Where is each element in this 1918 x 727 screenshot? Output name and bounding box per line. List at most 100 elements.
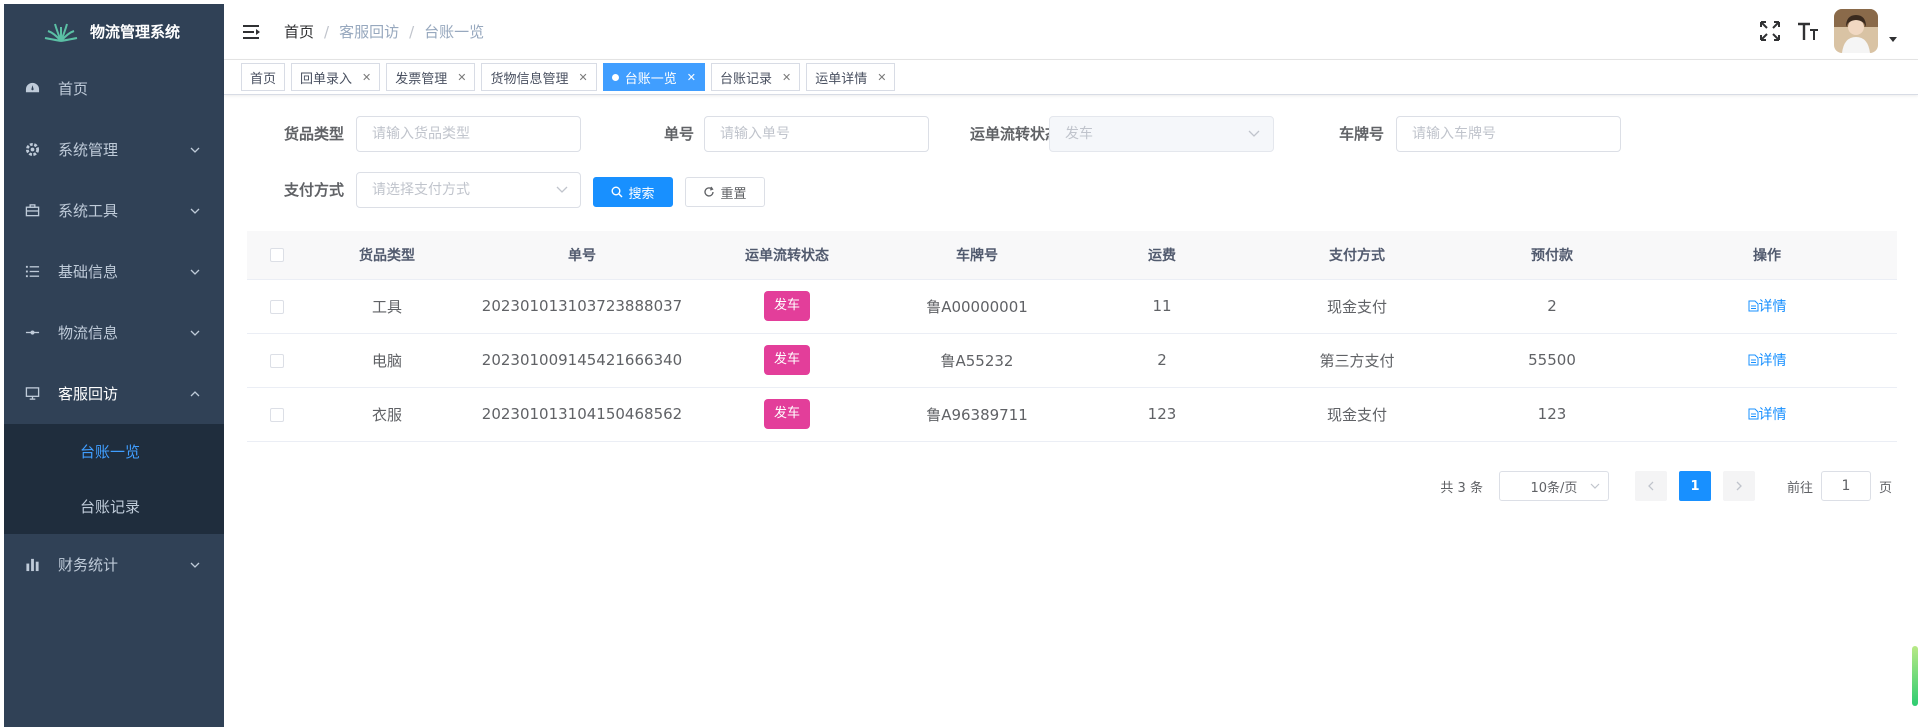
toolbox-icon xyxy=(24,203,40,219)
col-prepay: 预付款 xyxy=(1467,231,1637,280)
caret-down-icon[interactable] xyxy=(1888,36,1898,44)
reset-button[interactable]: 重置 xyxy=(685,177,765,207)
status-select[interactable] xyxy=(1049,116,1274,152)
page-jumper: 前往 页 xyxy=(1787,471,1892,501)
goto-suffix: 页 xyxy=(1878,480,1892,496)
payment-select[interactable] xyxy=(356,172,581,208)
tag-ledger-records[interactable]: 台账记录 ✕ xyxy=(710,63,801,91)
page-button-1[interactable]: 1 xyxy=(1678,471,1711,501)
goods-type-label: 货品类型 xyxy=(283,125,344,143)
plate-input[interactable] xyxy=(1396,116,1621,152)
tags-view: 首页 回单录入 ✕ 发票管理 ✕ 货物信息管理 ✕ 台账一览 ✕ 台账记录 ✕ 运单详情 ✕ xyxy=(224,60,1918,95)
logo-icon xyxy=(44,23,78,42)
tag-ledger-overview[interactable]: 台账一览 ✕ xyxy=(602,63,705,91)
tag-goods-info-management[interactable]: 货物信息管理 ✕ xyxy=(481,63,597,91)
tag-label: 运单详情 xyxy=(815,71,868,87)
chevron-down-icon xyxy=(190,269,200,275)
row-checkbox[interactable] xyxy=(270,353,284,368)
tag-invoice-management[interactable]: 发票管理 ✕ xyxy=(386,63,476,91)
page-size-select[interactable]: 10条/页 xyxy=(1498,471,1609,501)
fullscreen-icon[interactable] xyxy=(1758,19,1782,43)
cell-order-no: 20230100914542166634​0 xyxy=(467,333,697,388)
table-row: 电脑 20230100914542166634​0 发车 鲁A55232 2 第… xyxy=(247,333,1897,388)
order-no-input[interactable] xyxy=(704,116,929,152)
tag-waybill-detail[interactable]: 运单详情 ✕ xyxy=(806,63,896,91)
cell-order-no: 20230101310372388803​7 xyxy=(467,279,697,334)
gear-icon xyxy=(24,142,40,158)
detail-link[interactable]: 详情 xyxy=(1748,296,1787,316)
tag-receipt-entry[interactable]: 回单录入 ✕ xyxy=(291,63,381,91)
cell-plate: 鲁A00000001 xyxy=(877,279,1077,334)
sidebar-item-finance-stats[interactable]: 财务统计 xyxy=(4,534,224,595)
prev-page-button[interactable] xyxy=(1634,471,1667,501)
search-button[interactable]: 搜索 xyxy=(593,177,673,207)
breadcrumb: 首页 / 客服回访 / 台账一览 xyxy=(284,21,485,42)
brand: 物流管理系统 xyxy=(4,4,224,58)
close-icon[interactable]: ✕ xyxy=(457,71,466,84)
row-checkbox[interactable] xyxy=(270,299,284,314)
pagination: 共 3 条 10条/页 1 前往 页 xyxy=(1440,471,1892,501)
avatar[interactable] xyxy=(1834,9,1878,53)
row-checkbox[interactable] xyxy=(270,407,284,422)
goods-type-input[interactable] xyxy=(356,116,581,152)
submenu-item-ledger-records[interactable]: 台账记录 xyxy=(4,479,224,534)
sidebar-item-label: 物流信息 xyxy=(58,324,119,342)
close-icon[interactable]: ✕ xyxy=(687,71,696,84)
plate-label: 车牌号 xyxy=(1338,125,1384,143)
col-actions: 操作 xyxy=(1637,231,1897,280)
table-row: 衣服 20230101310415046856​2 发车 鲁A96389711 … xyxy=(247,387,1897,442)
sidebar-item-label: 首页 xyxy=(58,80,89,98)
sidebar-item-label: 系统管理 xyxy=(58,141,119,159)
close-icon[interactable]: ✕ xyxy=(579,71,588,84)
cell-goods: 电脑 xyxy=(307,333,467,388)
submenu-item-label: 台账一览 xyxy=(80,443,141,461)
cell-prepay: 55500 xyxy=(1467,333,1637,388)
sidebar-item-label: 客服回访 xyxy=(58,385,119,403)
sidebar-item-basic-info[interactable]: 基础信息 xyxy=(4,241,224,302)
status-label: 运单流转状态 xyxy=(969,125,1060,143)
hamburger-icon[interactable] xyxy=(242,22,262,42)
sidebar-item-label: 基础信息 xyxy=(58,263,119,281)
payment-label: 支付方式 xyxy=(283,181,344,199)
font-size-icon[interactable] xyxy=(1796,19,1820,43)
bar-chart-icon xyxy=(24,557,40,573)
search-icon xyxy=(611,186,623,198)
cell-fee: 11 xyxy=(1077,279,1247,334)
chevron-down-icon xyxy=(190,208,200,214)
sidebar-item-home[interactable]: 首页 xyxy=(4,58,224,119)
detail-link-label: 详情 xyxy=(1758,353,1787,369)
detail-link[interactable]: 详情 xyxy=(1748,404,1787,424)
sidebar-item-system-tools[interactable]: 系统工具 xyxy=(4,180,224,241)
scroll-indicator[interactable] xyxy=(1912,646,1918,706)
cell-fee: 2 xyxy=(1077,333,1247,388)
col-payment: 支付方式 xyxy=(1247,231,1467,280)
breadcrumb-home[interactable]: 首页 xyxy=(284,21,314,42)
close-icon[interactable]: ✕ xyxy=(782,71,791,84)
navbar-right xyxy=(1744,9,1898,53)
submenu-item-ledger-overview[interactable]: 台账一览 xyxy=(4,424,224,479)
refresh-icon xyxy=(704,186,715,197)
detail-link[interactable]: 详情 xyxy=(1748,350,1787,370)
reset-button-label: 重置 xyxy=(720,186,747,202)
sidebar-item-system-management[interactable]: 系统管理 xyxy=(4,119,224,180)
sidebar-item-customer-service[interactable]: 客服回访 xyxy=(4,363,224,424)
chevron-down-icon xyxy=(190,330,200,336)
tag-home[interactable]: 首页 xyxy=(241,63,286,91)
tag-label: 回单录入 xyxy=(300,71,353,87)
tag-label: 发票管理 xyxy=(395,71,448,87)
submenu-customer-service: 台账一览 台账记录 xyxy=(4,424,224,534)
col-goods-type: 货品类型 xyxy=(307,231,467,280)
next-page-button[interactable] xyxy=(1722,471,1755,501)
ledger-table: 货品类型 单号 运单流转状态 车牌号 运费 支付方式 预付款 操作 工具 202… xyxy=(247,231,1897,442)
sidebar-item-logistics-info[interactable]: 物流信息 xyxy=(4,302,224,363)
cell-goods: 工具 xyxy=(307,279,467,334)
sidebar-item-label: 财务统计 xyxy=(58,556,119,574)
close-icon[interactable]: ✕ xyxy=(362,71,371,84)
cell-fee: 123 xyxy=(1077,387,1247,442)
select-all-checkbox[interactable] xyxy=(270,247,284,262)
list-icon xyxy=(24,264,40,280)
close-icon[interactable]: ✕ xyxy=(877,71,886,84)
table-header-row: 货品类型 单号 运单流转状态 车牌号 运费 支付方式 预付款 操作 xyxy=(247,231,1897,280)
goto-page-input[interactable] xyxy=(1820,471,1871,501)
breadcrumb-customer-service: 客服回访 xyxy=(339,23,400,41)
